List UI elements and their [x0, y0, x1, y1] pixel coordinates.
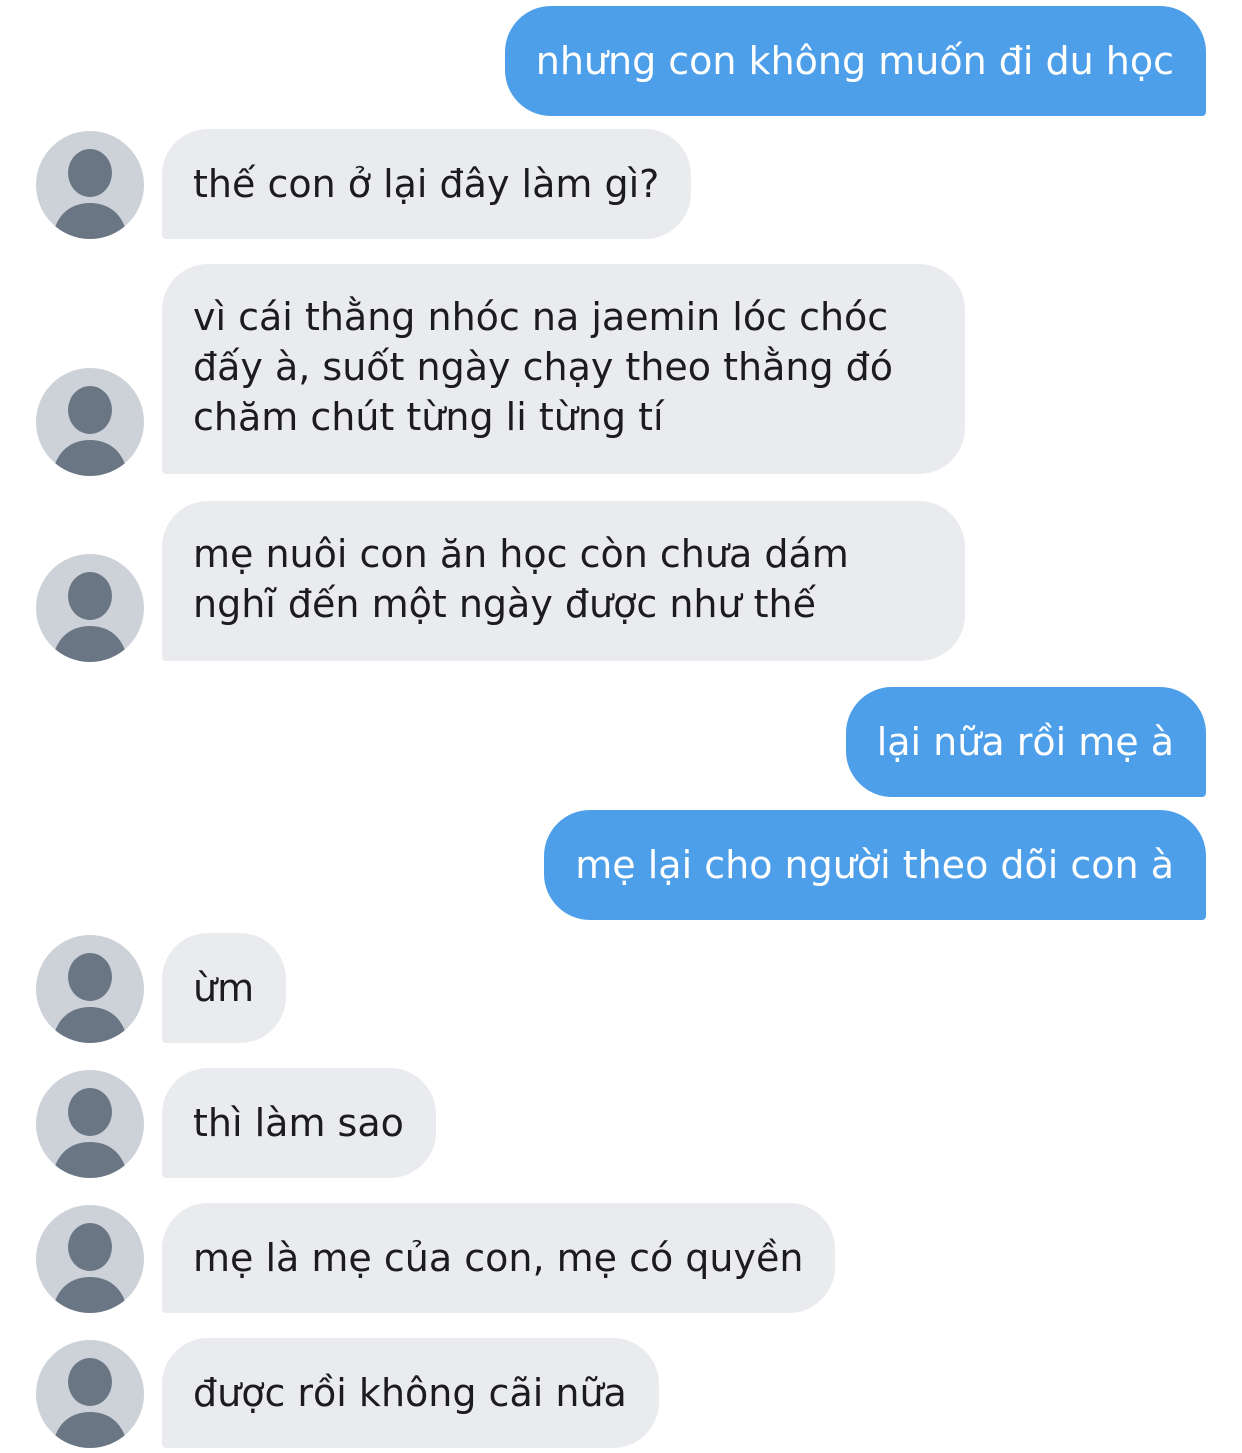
contact-avatar[interactable]: [36, 1070, 144, 1178]
contact-avatar[interactable]: [36, 554, 144, 662]
contact-avatar[interactable]: [36, 935, 144, 1043]
person-silhouette-icon: [52, 572, 128, 662]
message-line: vì cái thằng nhóc na jaemin lóc chóc: [193, 295, 889, 339]
incoming-message[interactable]: ừm: [162, 933, 287, 1043]
incoming-message[interactable]: vì cái thằng nhóc na jaemin lóc chóc đấy…: [162, 264, 965, 474]
message-line: nghĩ đến một ngày được như thế: [193, 582, 817, 626]
outgoing-message[interactable]: lại nữa rồi mẹ à: [845, 687, 1206, 797]
contact-avatar[interactable]: [36, 131, 144, 239]
message-text: lại nữa rồi mẹ à: [876, 720, 1174, 764]
person-silhouette-icon: [52, 953, 128, 1043]
message-text: thì làm sao: [193, 1101, 404, 1145]
message-line: chăm chút từng li từng tí: [193, 395, 664, 439]
person-silhouette-icon: [52, 1358, 128, 1448]
person-silhouette-icon: [52, 1088, 128, 1178]
person-silhouette-icon: [52, 149, 128, 239]
message-thread: nhưng con không muốn đi du học thế con ở…: [0, 0, 1242, 1453]
contact-avatar[interactable]: [36, 1340, 144, 1448]
incoming-message[interactable]: được rồi không cãi nữa: [162, 1338, 659, 1448]
outgoing-message[interactable]: mẹ lại cho người theo dõi con à: [544, 810, 1206, 920]
person-silhouette-icon: [52, 1223, 128, 1313]
contact-avatar[interactable]: [36, 368, 144, 476]
incoming-message[interactable]: mẹ nuôi con ăn học còn chưa dám nghĩ đến…: [162, 501, 965, 661]
incoming-message[interactable]: thì làm sao: [162, 1068, 436, 1178]
message-text: mẹ là mẹ của con, mẹ có quyền: [193, 1236, 804, 1280]
contact-avatar[interactable]: [36, 1205, 144, 1313]
incoming-message[interactable]: thế con ở lại đây làm gì?: [162, 129, 692, 239]
message-line: đấy à, suốt ngày chạy theo thằng đó: [193, 345, 894, 389]
message-text: nhưng con không muốn đi du học: [535, 39, 1174, 83]
message-text: ừm: [193, 966, 255, 1010]
incoming-message[interactable]: mẹ là mẹ của con, mẹ có quyền: [162, 1203, 836, 1313]
message-text: được rồi không cãi nữa: [193, 1371, 627, 1415]
message-text: mẹ lại cho người theo dõi con à: [575, 843, 1174, 887]
person-silhouette-icon: [52, 386, 128, 476]
message-line: mẹ nuôi con ăn học còn chưa dám: [193, 532, 849, 576]
message-text: thế con ở lại đây làm gì?: [193, 162, 660, 206]
outgoing-message[interactable]: nhưng con không muốn đi du học: [504, 6, 1206, 116]
